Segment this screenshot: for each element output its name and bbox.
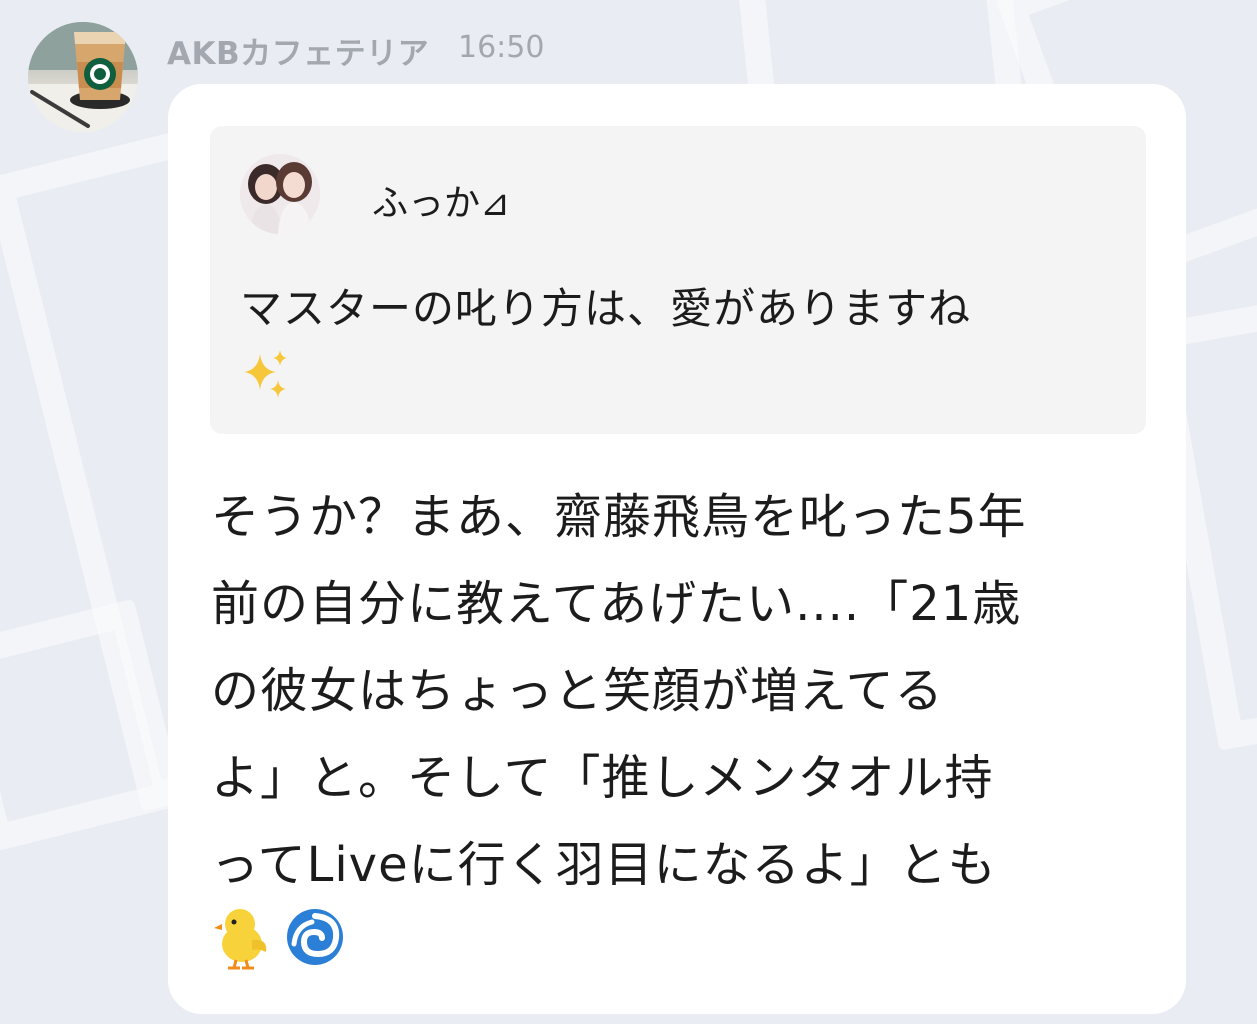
cyclone-icon [287, 909, 343, 965]
sender-name[interactable]: AKBカフェテリア [167, 28, 429, 73]
sender-avatar[interactable] [28, 22, 138, 132]
quoted-author-avatar[interactable] [240, 154, 320, 234]
coffee-cup-avatar-icon [28, 22, 138, 132]
sparkles-icon [244, 350, 287, 398]
message-body: そうか？まあ、齋藤飛鳥を叱った5年 前の自分に教えてあげたい....「21歳 の… [211, 474, 1151, 909]
trailing-emojis [212, 904, 348, 974]
message-timestamp: 16:50 [458, 30, 545, 65]
two-girls-avatar-icon [240, 154, 320, 234]
message-bubble[interactable]: ふっか⊿ マスターの叱り方は、愛がありますね そうか？まあ、齋藤飛鳥を叱った5年… [168, 84, 1186, 1014]
message-line: よ」と。そして「推しメンタオル持 [211, 750, 994, 806]
quoted-author-name[interactable]: ふっか⊿ [372, 174, 510, 226]
message-line: の彼女はちょっと笑顔が増えてる [211, 663, 944, 719]
message-line: そうか？まあ、齋藤飛鳥を叱った5年 [211, 489, 1027, 545]
message-line: ってLiveに行く羽目になるよ」とも [211, 837, 997, 893]
message-line: 前の自分に教えてあげたい....「21歳 [211, 576, 1022, 632]
baby-chick-icon [214, 909, 267, 970]
quoted-text: マスターの叱り方は、愛がありますね [240, 284, 972, 333]
quoted-message[interactable]: ふっか⊿ マスターの叱り方は、愛がありますね [210, 126, 1146, 434]
